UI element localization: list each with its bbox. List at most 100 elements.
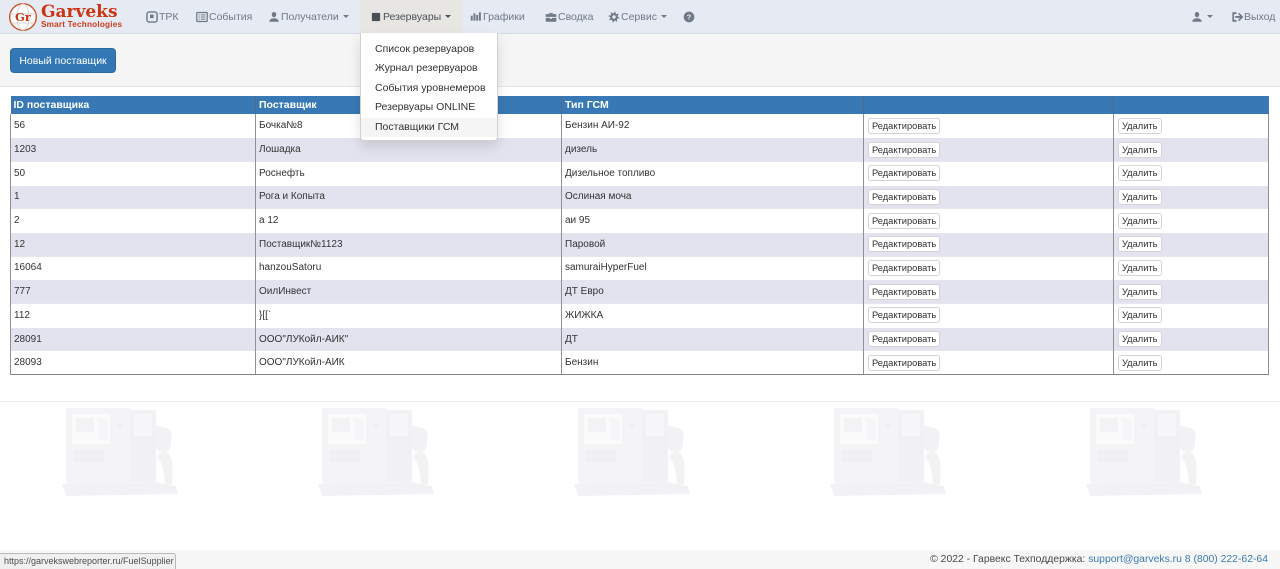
footer-copyright: © 2022 - Гарвекс Техподдержка: <box>930 554 1085 565</box>
cell-edit: Редактировать <box>864 138 1114 162</box>
caret-down-icon <box>343 15 349 18</box>
dropdown-item[interactable]: Поставщики ГСМ <box>361 118 497 137</box>
edit-button[interactable]: Редактировать <box>868 307 940 323</box>
fuel-pump-watermark <box>60 404 195 500</box>
cell-delete: Удалить <box>1114 161 1269 185</box>
nav-item-label: ТРК <box>159 11 179 23</box>
cell-delete: Удалить <box>1114 327 1269 351</box>
nav-item-Резервуары[interactable]: Резервуары <box>360 0 462 33</box>
nav-item-ТРК[interactable]: ТРК <box>136 0 190 33</box>
new-supplier-button[interactable]: Новый поставщик <box>10 48 116 73</box>
cell-fuel: ДТ Евро <box>562 280 864 304</box>
cell-fuel: дизель <box>562 138 864 162</box>
cell-fuel: ЖИЖКА <box>562 304 864 328</box>
table-row: 12Поставщик№1123ПаровойРедактироватьУдал… <box>11 232 1269 256</box>
cell-id: 1203 <box>11 138 256 162</box>
cell-edit: Редактировать <box>864 327 1114 351</box>
column-header <box>864 96 1114 114</box>
caret-down-icon <box>1207 15 1213 18</box>
brand-logo[interactable]: Gr Garveks Smart Technologies <box>0 0 131 33</box>
logout-button[interactable]: Выход <box>1221 0 1280 33</box>
dropdown-item[interactable]: Список резервуаров <box>361 40 497 59</box>
fuel-pump-watermark <box>1084 404 1219 500</box>
table-row: 1203ЛошадкадизельРедактироватьУдалить <box>11 138 1269 162</box>
cell-edit: Редактировать <box>864 280 1114 304</box>
cell-id: 112 <box>11 304 256 328</box>
delete-button[interactable]: Удалить <box>1118 118 1162 134</box>
nav-item-Сервис[interactable]: Сервис <box>598 0 678 33</box>
cell-id: 12 <box>11 232 256 256</box>
cell-edit: Редактировать <box>864 256 1114 280</box>
cell-fuel: samuraiHyperFuel <box>562 256 864 280</box>
nav-item-События[interactable]: События <box>186 0 263 33</box>
cell-delete: Удалить <box>1114 304 1269 328</box>
edit-button[interactable]: Редактировать <box>868 260 940 276</box>
delete-button[interactable]: Удалить <box>1118 260 1162 276</box>
delete-button[interactable]: Удалить <box>1118 331 1162 347</box>
footer: © 2022 - Гарвекс Техподдержка: support@g… <box>0 550 1280 569</box>
edit-button[interactable]: Редактировать <box>868 236 940 252</box>
user-menu[interactable] <box>1181 0 1224 33</box>
edit-button[interactable]: Редактировать <box>868 213 940 229</box>
delete-button[interactable]: Удалить <box>1118 307 1162 323</box>
cell-id: 28091 <box>11 327 256 351</box>
table-row: 56Бочка№8Бензин АИ-92РедактироватьУдалит… <box>11 114 1269 138</box>
delete-button[interactable]: Удалить <box>1118 189 1162 205</box>
nav-item-Получатели[interactable]: Получатели <box>258 0 360 33</box>
footer-support-link[interactable]: support@garveks.ru 8 (800) 222-62-64 <box>1088 554 1268 565</box>
delete-button[interactable]: Удалить <box>1118 284 1162 300</box>
delete-button[interactable]: Удалить <box>1118 213 1162 229</box>
edit-button[interactable]: Редактировать <box>868 118 940 134</box>
suppliers-table: ID поставщикаПоставщикТип ГСМ 56Бочка№8Б… <box>10 96 1269 375</box>
cell-id: 28093 <box>11 351 256 375</box>
cell-delete: Удалить <box>1114 351 1269 375</box>
cell-delete: Удалить <box>1114 138 1269 162</box>
edit-button[interactable]: Редактировать <box>868 142 940 158</box>
cell-edit: Редактировать <box>864 209 1114 233</box>
edit-button[interactable]: Редактировать <box>868 189 940 205</box>
nav-item-label: Резервуары <box>383 11 441 23</box>
dropdown-item[interactable]: Журнал резервуаров <box>361 59 497 78</box>
cell-supplier: а 12 <box>256 209 562 233</box>
cell-fuel: Паровой <box>562 232 864 256</box>
cell-delete: Удалить <box>1114 185 1269 209</box>
dropdown-item[interactable]: События уровнемеров <box>361 79 497 98</box>
cell-id: 16064 <box>11 256 256 280</box>
cell-supplier: hanzouSatoru <box>256 256 562 280</box>
svg-text:Gr: Gr <box>15 10 32 24</box>
brand-name: Garveks <box>41 4 122 20</box>
fuel-pump-watermark <box>828 404 963 500</box>
reservoirs-icon <box>370 11 382 23</box>
cell-id: 777 <box>11 280 256 304</box>
dropdown-item[interactable]: Резервуары ONLINE <box>361 98 497 117</box>
charts-icon <box>470 11 482 23</box>
nav-item-label: События <box>209 11 252 23</box>
column-header: Тип ГСМ <box>562 96 864 114</box>
nav-item-Сводка[interactable]: Сводка <box>535 0 604 33</box>
table-row: 50РоснефтьДизельное топливоРедактировать… <box>11 161 1269 185</box>
cell-id: 1 <box>11 185 256 209</box>
table-row: 28093ООО"ЛУКойл-АИКБензинРедактироватьУд… <box>11 351 1269 375</box>
table-row: 2а 12аи 95РедактироватьУдалить <box>11 209 1269 233</box>
delete-button[interactable]: Удалить <box>1118 165 1162 181</box>
toolbar: Новый поставщик <box>0 34 1280 87</box>
nav-item-Графики[interactable]: Графики <box>460 0 536 33</box>
reservoirs-dropdown: Список резервуаровЖурнал резервуаровСобы… <box>360 33 498 141</box>
delete-button[interactable]: Удалить <box>1118 355 1162 371</box>
cell-fuel: аи 95 <box>562 209 864 233</box>
cell-supplier: Роснефть <box>256 161 562 185</box>
edit-button[interactable]: Редактировать <box>868 284 940 300</box>
cell-delete: Удалить <box>1114 114 1269 138</box>
column-header: ID поставщика <box>11 96 256 114</box>
nav-item-help[interactable]: ? <box>673 0 706 33</box>
table-row: 16064hanzouSatorusamuraiHyperFuelРедакти… <box>11 256 1269 280</box>
edit-button[interactable]: Редактировать <box>868 165 940 181</box>
cell-fuel: Бензин АИ-92 <box>562 114 864 138</box>
cell-supplier: Рога и Копыта <box>256 185 562 209</box>
delete-button[interactable]: Удалить <box>1118 142 1162 158</box>
edit-button[interactable]: Редактировать <box>868 331 940 347</box>
edit-button[interactable]: Редактировать <box>868 355 940 371</box>
table-row: 777ОилИнвестДТ ЕвроРедактироватьУдалить <box>11 280 1269 304</box>
delete-button[interactable]: Удалить <box>1118 236 1162 252</box>
cell-edit: Редактировать <box>864 351 1114 375</box>
